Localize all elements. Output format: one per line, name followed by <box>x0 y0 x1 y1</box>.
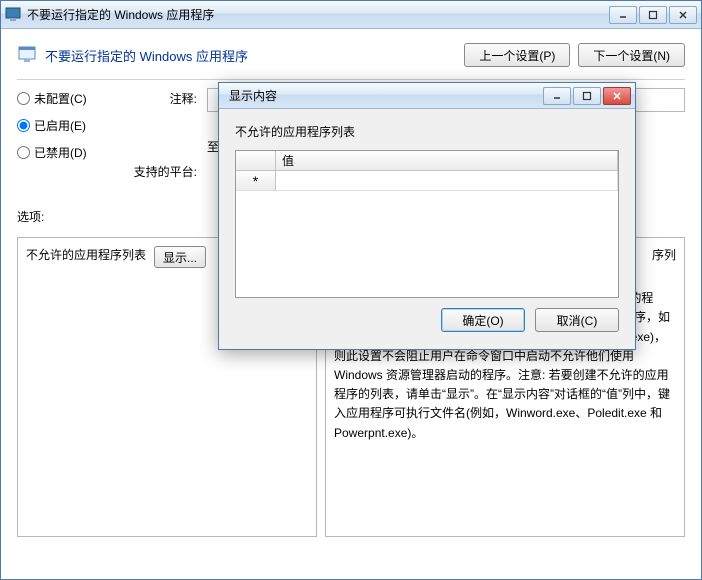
dialog-maximize-button[interactable] <box>573 87 601 105</box>
header-row: 不要运行指定的 Windows 应用程序 上一个设置(P) 下一个设置(N) <box>17 43 685 67</box>
radio-not-configured[interactable]: 未配置(C) <box>17 90 117 107</box>
dialog-minimize-button[interactable] <box>543 87 571 105</box>
supported-on-label: 支持的平台: <box>127 163 197 180</box>
radio-disabled-input[interactable] <box>17 146 30 159</box>
minimize-button[interactable] <box>609 6 637 24</box>
disallowed-list-label: 不允许的应用程序列表 <box>26 246 146 263</box>
dialog-title: 显示内容 <box>223 87 543 104</box>
dialog-subtitle: 不允许的应用程序列表 <box>235 123 619 140</box>
ok-button[interactable]: 确定(O) <box>441 308 525 332</box>
radio-disabled[interactable]: 已禁用(D) <box>17 144 117 161</box>
page-title: 不要运行指定的 Windows 应用程序 <box>45 46 456 65</box>
show-contents-dialog: 显示内容 不允许的应用程序列表 值 * 确定(O) 取消(C) <box>218 82 636 350</box>
main-titlebar[interactable]: 不要运行指定的 Windows 应用程序 <box>1 1 701 29</box>
dialog-buttons: 确定(O) 取消(C) <box>235 308 619 332</box>
dialog-body: 不允许的应用程序列表 值 * 确定(O) 取消(C) <box>219 109 635 342</box>
table-header: 值 <box>236 151 618 171</box>
table-row[interactable]: * <box>236 171 618 191</box>
dialog-titlebar[interactable]: 显示内容 <box>219 83 635 109</box>
show-button[interactable]: 显示... <box>154 246 206 268</box>
dialog-close-button[interactable] <box>603 87 631 105</box>
dialog-window-controls <box>543 87 631 105</box>
close-button[interactable] <box>669 6 697 24</box>
labels-column: 注释: 支持的平台: <box>127 88 197 180</box>
table-header-value[interactable]: 值 <box>276 151 618 171</box>
radio-enabled-label: 已启用(E) <box>34 117 86 134</box>
values-table[interactable]: 值 * <box>235 150 619 298</box>
main-window-controls <box>609 6 697 24</box>
radio-group: 未配置(C) 已启用(E) 已禁用(D) <box>17 88 117 161</box>
previous-setting-button[interactable]: 上一个设置(P) <box>464 43 570 67</box>
radio-not-configured-label: 未配置(C) <box>34 90 87 107</box>
radio-disabled-label: 已禁用(D) <box>34 144 87 161</box>
next-setting-button[interactable]: 下一个设置(N) <box>578 43 685 67</box>
table-row-marker[interactable]: * <box>236 171 276 191</box>
policy-icon <box>17 45 37 65</box>
table-header-index[interactable] <box>236 151 276 171</box>
comment-label: 注释: <box>127 90 197 107</box>
radio-enabled[interactable]: 已启用(E) <box>17 117 117 134</box>
app-icon <box>5 7 21 23</box>
radio-enabled-input[interactable] <box>17 119 30 132</box>
table-row-value[interactable] <box>276 171 618 191</box>
main-window-title: 不要运行指定的 Windows 应用程序 <box>27 6 609 23</box>
radio-not-configured-input[interactable] <box>17 92 30 105</box>
cancel-button[interactable]: 取消(C) <box>535 308 619 332</box>
divider <box>17 79 685 80</box>
maximize-button[interactable] <box>639 6 667 24</box>
